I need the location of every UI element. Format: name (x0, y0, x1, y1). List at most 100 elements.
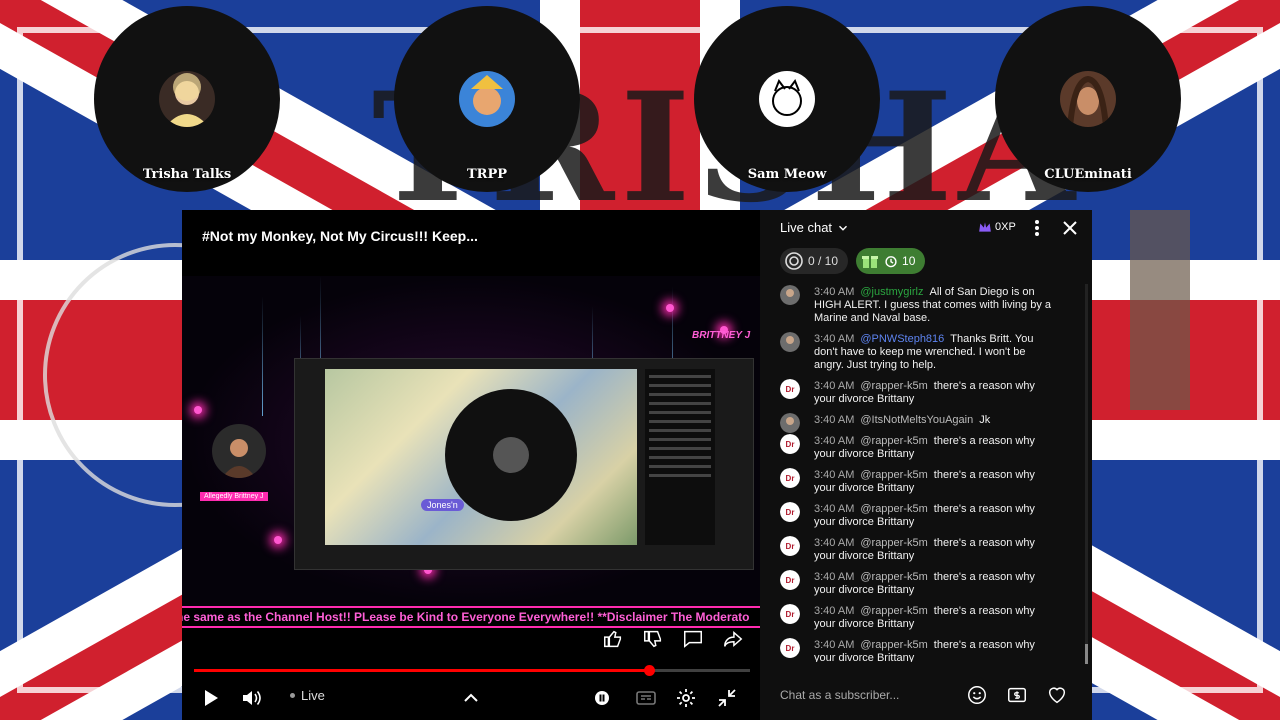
live-label: Live (301, 688, 325, 703)
live-indicator[interactable]: Live (290, 688, 325, 703)
chat-message[interactable]: Dr 3:40 AM @rapper-k5m there's a reason why… (760, 465, 1092, 499)
nested-video: Jones'n (325, 369, 637, 545)
svg-text:Dr: Dr (786, 385, 795, 394)
comment-icon[interactable] (682, 628, 704, 650)
video-stage[interactable]: BRITTNEY J Allegedly Brittney J Jones'n (182, 276, 760, 606)
chat-message[interactable]: Dr 3:40 AM @rapper-k5m there's a reason why… (760, 499, 1092, 533)
message-time: 3:40 AM (814, 380, 855, 392)
gift-icon (862, 256, 879, 268)
participant-tile[interactable]: Trisha Talks (94, 6, 280, 192)
chat-message[interactable]: Dr 3:40 AM @rapper-k5m there's a reason why… (760, 431, 1092, 465)
progress-fill (194, 669, 650, 672)
message-author[interactable]: @rapper-k5m (860, 503, 927, 515)
nested-participant (445, 389, 577, 521)
message-author[interactable]: @rapper-k5m (860, 380, 927, 392)
participant-name: Trisha Talks (142, 167, 232, 182)
chat-message[interactable]: Dr 3:40 AM @rapper-k5m there's a reason why… (760, 376, 1092, 410)
chat-header: Live chat 0XP (760, 210, 1092, 246)
scrubber-handle[interactable] (643, 665, 655, 676)
ticker-text: he same as the Channel Host!! PLease be … (182, 610, 750, 624)
chat-title-label: Live chat (780, 220, 833, 235)
sparkle (194, 406, 202, 414)
captions-icon[interactable] (634, 686, 658, 710)
target-icon (785, 252, 803, 270)
xp-badge[interactable]: 0XP (978, 221, 1016, 233)
minimize-icon[interactable] (715, 686, 739, 710)
avatar[interactable]: Dr (780, 502, 800, 522)
chat-message[interactable]: Dr 3:40 AM @rapper-k5m there's a reason why… (760, 601, 1092, 635)
participant-tile[interactable]: Sam Meow (694, 6, 880, 192)
avatar[interactable]: Dr (780, 570, 800, 590)
message-author[interactable]: @rapper-k5m (860, 639, 927, 651)
live-dot (290, 693, 295, 698)
video-player[interactable]: #Not my Monkey, Not My Circus!!! Keep...… (182, 210, 760, 720)
avatar[interactable]: Dr (780, 638, 800, 658)
brand-logo-text: BRITTNEY J (692, 330, 751, 341)
heart-icon[interactable] (1046, 684, 1068, 706)
chat-message[interactable]: 3:40 AM @ItsNotMeltsYouAgain Jk (760, 410, 1092, 433)
volume-icon[interactable] (240, 686, 264, 710)
play-icon[interactable] (198, 686, 222, 710)
avatar[interactable] (780, 332, 800, 352)
reaction-bar (602, 628, 744, 650)
share-icon[interactable] (722, 628, 744, 650)
chat-message[interactable]: 3:40 AM @justmygirlz All of San Diego is o… (760, 282, 1092, 329)
svg-text:Dr: Dr (786, 610, 795, 619)
message-time: 3:40 AM (814, 469, 855, 481)
avatar[interactable] (780, 413, 800, 433)
avatar (459, 71, 515, 127)
xp-label: 0XP (995, 221, 1016, 233)
gear-icon[interactable] (674, 686, 698, 710)
chat-actions (966, 684, 1068, 706)
progress-bar[interactable] (194, 665, 750, 676)
message-time: 3:40 AM (814, 639, 855, 651)
svg-text:Dr: Dr (786, 644, 795, 653)
svg-text:Dr: Dr (786, 576, 795, 585)
thumbs-down-icon[interactable] (642, 628, 664, 650)
message-author[interactable]: @rapper-k5m (860, 469, 927, 481)
scrolling-ticker: he same as the Channel Host!! PLease be … (182, 606, 760, 628)
participant-name: Sam Meow (747, 167, 827, 182)
chat-message-list[interactable]: 3:40 AM @justmygirlz All of San Diego is o… (760, 282, 1092, 662)
message-author[interactable]: @rapper-k5m (860, 571, 927, 583)
more-vert-icon[interactable] (1030, 218, 1044, 238)
svg-text:Dr: Dr (786, 440, 795, 449)
pause-autoplay-icon[interactable] (590, 686, 614, 710)
chat-mode-dropdown[interactable]: Live chat (780, 220, 850, 235)
sparkle (666, 304, 674, 312)
participant-tile[interactable]: TRPP (394, 6, 580, 192)
scrollbar-thumb[interactable] (1085, 644, 1088, 664)
sparkle (274, 536, 282, 544)
chat-message[interactable]: 3:40 AM @PNWSteph816 Thanks Britt. You don… (760, 329, 1092, 376)
avatar[interactable]: Dr (780, 379, 800, 399)
gift-pill[interactable]: 10 (856, 248, 926, 274)
message-author[interactable]: @rapper-k5m (860, 605, 927, 617)
participant-tile[interactable]: CLUEminati (995, 6, 1181, 192)
close-icon[interactable] (1060, 218, 1080, 238)
chat-message[interactable]: Dr 3:40 AM @rapper-k5m there's a reason why… (760, 533, 1092, 567)
message-author[interactable]: @PNWSteph816 (860, 333, 944, 345)
chat-message[interactable]: Dr 3:40 AM @rapper-k5m there's a reason why… (760, 635, 1092, 662)
emoji-icon[interactable] (966, 684, 988, 706)
avatar[interactable]: Dr (780, 604, 800, 624)
chevron-up-icon[interactable] (459, 686, 483, 710)
chat-scrollbar[interactable] (1085, 284, 1088, 664)
goal-pill-label: 0 / 10 (808, 254, 839, 268)
message-author[interactable]: @ItsNotMeltsYouAgain (860, 414, 973, 426)
message-time: 3:40 AM (814, 537, 855, 549)
super-chat-icon[interactable] (1006, 684, 1028, 706)
message-author[interactable]: @justmygirlz (860, 286, 923, 298)
thumbs-up-icon[interactable] (602, 628, 624, 650)
avatar[interactable]: Dr (780, 434, 800, 454)
chat-message[interactable]: Dr 3:40 AM @rapper-k5m there's a reason why… (760, 567, 1092, 601)
message-time: 3:40 AM (814, 503, 855, 515)
avatar[interactable]: Dr (780, 468, 800, 488)
nested-participant-tag: Jones'n (421, 499, 464, 511)
crown-icon (979, 222, 991, 232)
avatar[interactable]: Dr (780, 536, 800, 556)
message-author[interactable]: @rapper-k5m (860, 537, 927, 549)
goal-pill[interactable]: 0 / 10 (780, 248, 849, 274)
avatar[interactable] (780, 285, 800, 305)
message-author[interactable]: @rapper-k5m (860, 435, 927, 447)
chat-input[interactable] (780, 683, 990, 707)
